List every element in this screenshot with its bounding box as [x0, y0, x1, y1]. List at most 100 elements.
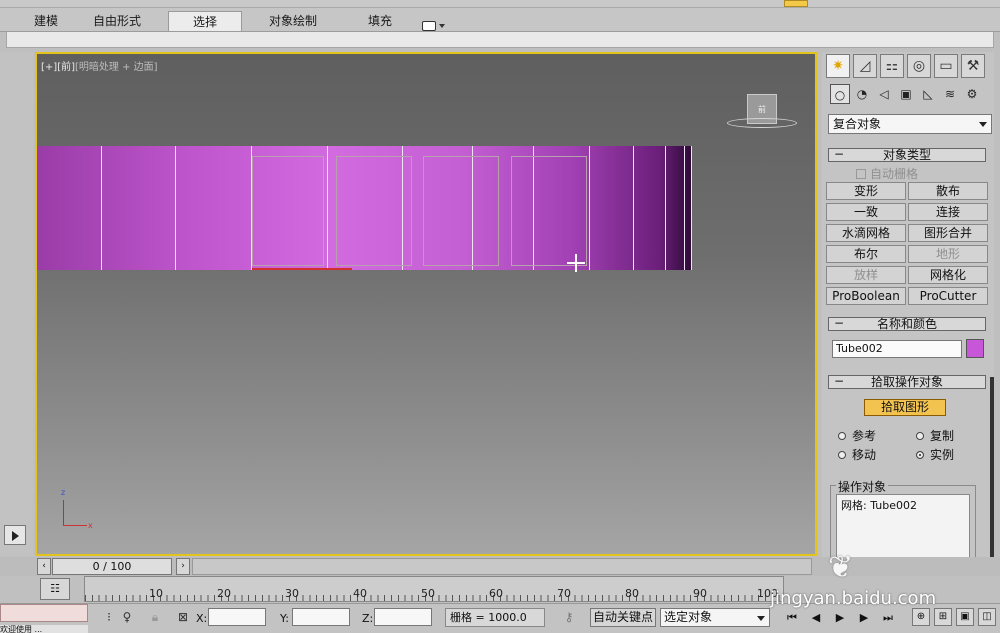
zoom-extents-icon[interactable]: ▣ — [956, 608, 974, 626]
collapse-icon: − — [834, 147, 845, 161]
rollout-pick-operand[interactable]: − 拾取操作对象 — [828, 375, 986, 389]
x-axis-label: x — [88, 521, 93, 530]
set-key-icon[interactable]: ⚷ — [552, 608, 586, 627]
tab-selection[interactable]: 选择 — [168, 11, 242, 31]
category-dropdown[interactable]: 复合对象 — [828, 114, 992, 134]
x-coord-field[interactable] — [208, 608, 266, 626]
zoom-all-icon[interactable]: ⊞ — [934, 608, 952, 626]
object-color-swatch[interactable] — [966, 339, 984, 358]
script-prompt[interactable]: 欢迎使用 ... — [0, 625, 88, 633]
rollout-object-type[interactable]: − 对象类型 — [828, 148, 986, 162]
mesher-button[interactable]: 网格化 — [908, 266, 988, 284]
radio-selected-icon — [916, 451, 924, 459]
systems-icon[interactable]: ⚙ — [962, 84, 982, 104]
modify-tab-icon[interactable]: ◿ — [853, 54, 877, 78]
maxscript-listener[interactable] — [0, 604, 88, 622]
object-name-field[interactable]: Tube002 — [832, 340, 962, 358]
time-slider[interactable]: 0 / 100 — [52, 558, 172, 575]
front-viewport[interactable]: [+][前][明暗处理 + 边面] 前 z x — [35, 52, 817, 556]
procutter-button[interactable]: ProCutter — [908, 287, 988, 305]
expand-panel-button[interactable] — [4, 525, 26, 545]
blobmesh-button[interactable]: 水滴网格 — [826, 224, 906, 242]
active-toolbar-button[interactable] — [784, 0, 808, 7]
shape-outline[interactable] — [423, 156, 499, 266]
boolean-button[interactable]: 布尔 — [826, 245, 906, 263]
panel-scrollbar[interactable] — [990, 377, 994, 572]
absolute-mode-icon[interactable]: ⊠ — [174, 608, 192, 626]
space-warps-icon[interactable]: ≋ — [940, 84, 960, 104]
shape-outline[interactable] — [511, 156, 587, 266]
play-icon[interactable]: ▶ — [830, 608, 850, 628]
ruler-tick-label: 90 — [693, 587, 707, 600]
pick-cursor-icon — [567, 254, 585, 272]
pick-shape-button[interactable]: 拾取图形 — [864, 399, 946, 416]
shape-outline[interactable] — [252, 156, 324, 266]
z-coord-field[interactable] — [374, 608, 432, 626]
selection-set-dropdown[interactable]: 选定对象 — [660, 608, 770, 627]
axis-tripod: z x — [59, 488, 99, 534]
prev-frame-icon[interactable]: ◀ — [806, 608, 826, 628]
edge-line — [327, 146, 328, 270]
radio-instance[interactable]: 实例 — [916, 446, 954, 463]
chevron-down-icon — [439, 24, 445, 28]
time-next-button[interactable]: › — [176, 558, 190, 575]
time-prev-button[interactable]: ‹ — [37, 558, 51, 575]
geometry-icon[interactable]: ○ — [830, 84, 850, 104]
x-axis-line — [63, 525, 87, 526]
motion-tab-icon[interactable]: ◎ — [907, 54, 931, 78]
viewport-shading-mode[interactable]: [明暗处理 + 边面] — [75, 62, 158, 73]
radio-reference[interactable]: 参考 — [838, 427, 876, 444]
tab-populate[interactable]: 填充 — [356, 11, 404, 31]
viewport-menu-plus[interactable]: [+] — [41, 62, 57, 73]
auto-grid-label: 自动栅格 — [870, 167, 919, 181]
loft-button[interactable]: 放样 — [826, 266, 906, 284]
connect-button[interactable]: 连接 — [908, 203, 988, 221]
time-slider-track[interactable] — [192, 558, 812, 575]
auto-key-button[interactable]: 自动关键点 — [590, 608, 656, 627]
tab-freeform[interactable]: 自由形式 — [84, 11, 150, 31]
radio-icon — [916, 432, 924, 440]
go-to-end-icon[interactable]: ⏭ — [878, 608, 898, 628]
rollout-title: 对象类型 — [882, 148, 931, 162]
x-coord-label: X: — [196, 612, 208, 625]
scatter-button[interactable]: 散布 — [908, 182, 988, 200]
auto-grid-checkbox[interactable]: 自动栅格 — [856, 165, 918, 182]
tab-object-paint[interactable]: 对象绘制 — [258, 11, 328, 31]
title-strip — [0, 0, 1000, 8]
pin-icon[interactable]: ♀ — [118, 608, 136, 626]
terrain-button[interactable]: 地形 — [908, 245, 988, 263]
create-tab-icon[interactable]: ✷ — [826, 54, 850, 78]
helpers-icon[interactable]: ◺ — [918, 84, 938, 104]
viewport-view-name[interactable]: [前] — [57, 62, 75, 73]
next-frame-icon[interactable]: ▶ — [854, 608, 874, 628]
viewcube-compass-ring[interactable] — [727, 118, 797, 128]
radio-move[interactable]: 移动 — [838, 446, 876, 463]
edge-line — [101, 146, 102, 270]
list-item[interactable]: 网格: Tube002 — [841, 497, 965, 513]
conform-button[interactable]: 一致 — [826, 203, 906, 221]
viewport-label[interactable]: [+][前][明暗处理 + 边面] — [41, 58, 158, 73]
display-tab-icon[interactable]: ▭ — [934, 54, 958, 78]
trackbar-ruler[interactable]: 10 20 30 40 50 60 70 80 90 100 — [84, 576, 784, 602]
rollout-name-color[interactable]: − 名称和颜色 — [828, 317, 986, 331]
utilities-tab-icon[interactable]: ⚒ — [961, 54, 985, 78]
zoom-icon[interactable]: ⊕ — [912, 608, 930, 626]
lock-icon[interactable]: 🔒︎ — [146, 608, 164, 626]
shapes-icon[interactable]: ◔ — [852, 84, 872, 104]
shape-outline[interactable] — [336, 156, 412, 266]
lights-icon[interactable]: ◁ — [874, 84, 894, 104]
operands-list[interactable]: 网格: Tube002 — [836, 494, 970, 564]
morph-button[interactable]: 变形 — [826, 182, 906, 200]
hierarchy-tab-icon[interactable]: ⚏ — [880, 54, 904, 78]
maximize-viewport-icon[interactable]: ◫ — [978, 608, 996, 626]
radio-copy[interactable]: 复制 — [916, 427, 954, 444]
cameras-icon[interactable]: ▣ — [896, 84, 916, 104]
y-coord-field[interactable] — [292, 608, 350, 626]
ruler-tick-label: 20 — [217, 587, 231, 600]
tab-modeling[interactable]: 建模 — [20, 11, 72, 31]
edge-line — [633, 146, 634, 270]
go-to-start-icon[interactable]: ⏮ — [782, 608, 802, 628]
shapemerge-button[interactable]: 图形合并 — [908, 224, 988, 242]
curve-editor-icon[interactable]: ☷ — [40, 578, 70, 600]
proboolean-button[interactable]: ProBoolean — [826, 287, 906, 305]
